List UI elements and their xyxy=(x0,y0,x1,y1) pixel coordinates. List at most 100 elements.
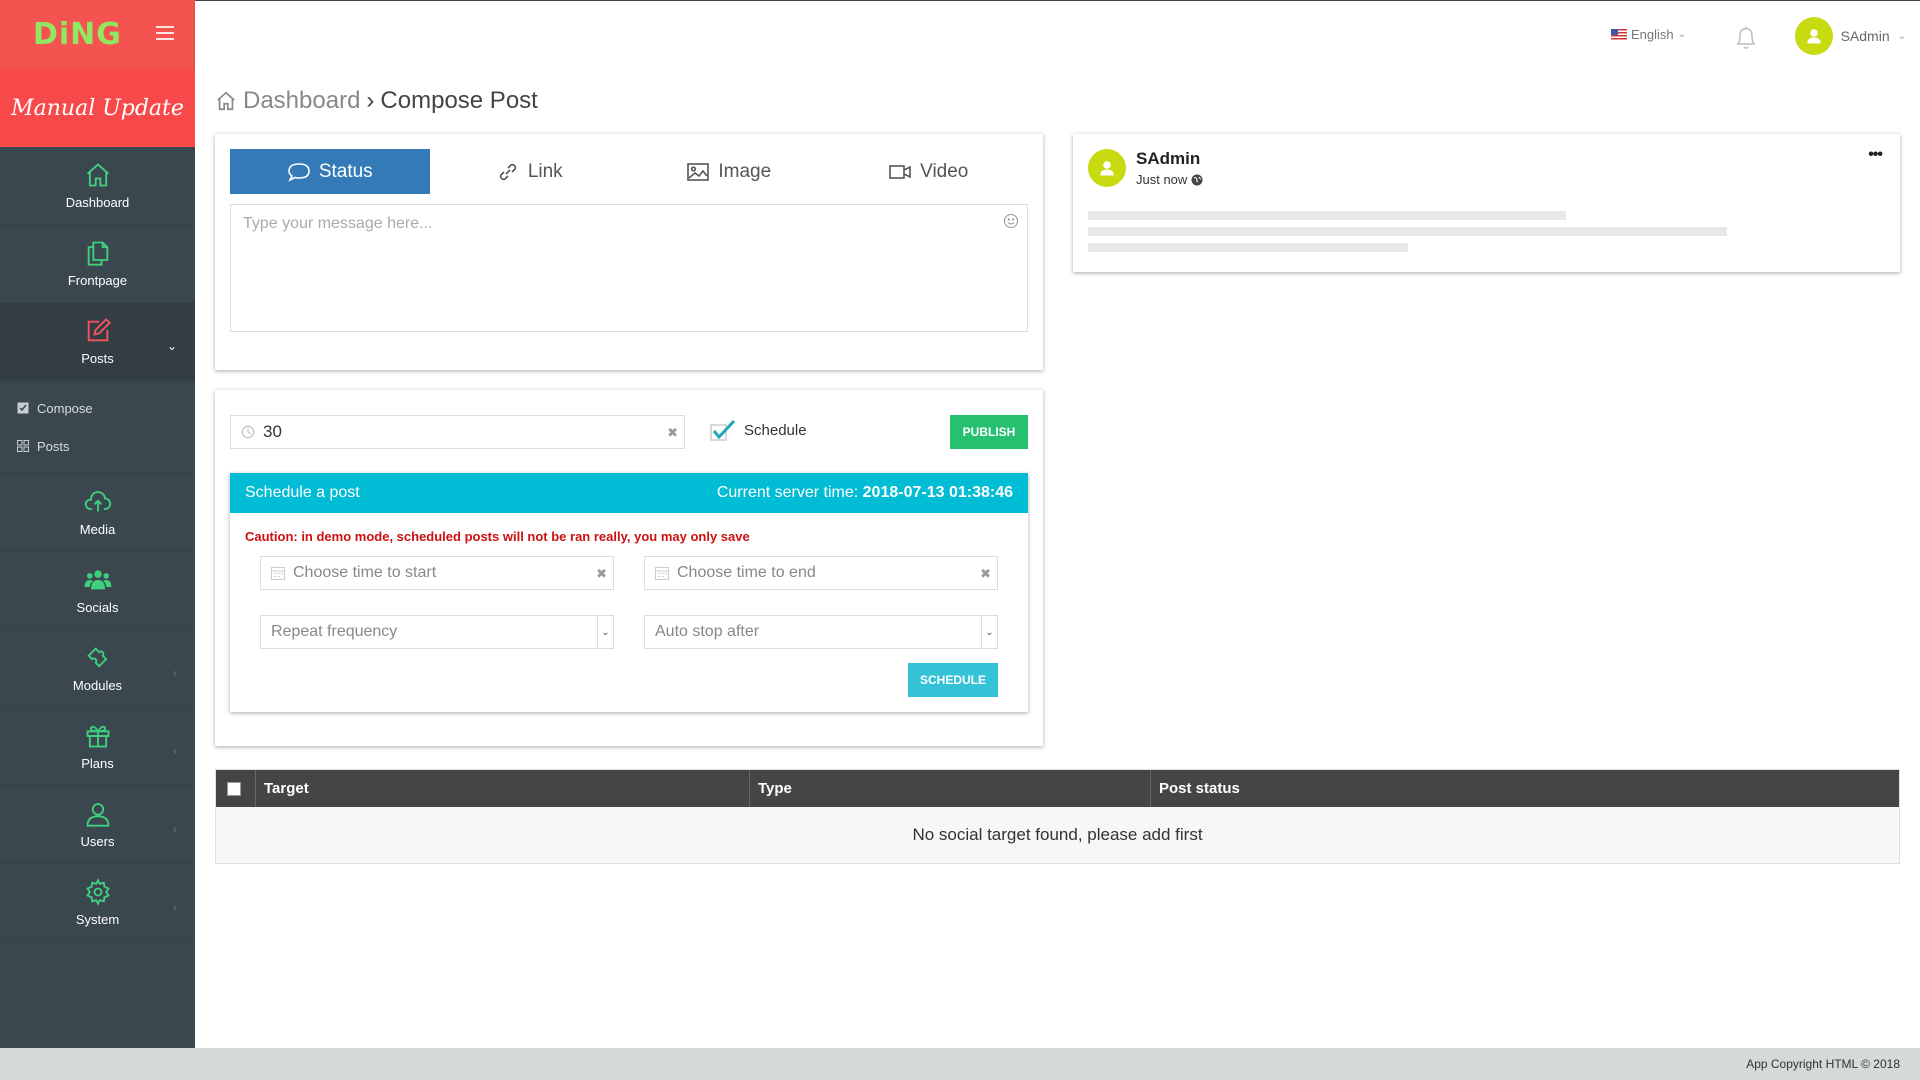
tab-label: Status xyxy=(318,160,373,182)
sidebar-item-system[interactable]: System ‹ xyxy=(0,864,195,942)
sidebar-item-label: Posts xyxy=(81,351,114,366)
topbar: English ⌄ SAdmin ⌄ xyxy=(195,0,1920,69)
chevron-down-icon: ⌄ xyxy=(597,616,613,648)
emoji-icon[interactable] xyxy=(1003,213,1019,229)
cloud-upload-icon xyxy=(84,491,111,512)
skeleton-line xyxy=(1088,211,1566,220)
chevron-down-icon: ⌄ xyxy=(1677,29,1686,40)
puzzle-icon xyxy=(86,647,107,668)
start-time-field[interactable]: Choose time to start ✖ xyxy=(260,556,614,590)
preview-time: Just now xyxy=(1136,172,1203,187)
clear-icon[interactable]: ✖ xyxy=(596,566,607,582)
checkbox-icon xyxy=(17,402,29,414)
sidebar: DiNG Manual Update Dashboard Frontpage P… xyxy=(0,0,195,1048)
clear-icon[interactable]: ✖ xyxy=(667,425,678,441)
tab-video[interactable]: Video xyxy=(829,149,1029,194)
logo-bar: DiNG xyxy=(0,0,195,69)
page-title: Compose Post xyxy=(380,87,538,114)
calendar-icon xyxy=(655,567,669,580)
hamburger-menu-icon[interactable] xyxy=(156,26,174,40)
sidebar-item-label: System xyxy=(75,912,120,927)
message-box xyxy=(230,204,1028,332)
gift-icon xyxy=(86,725,109,748)
breadcrumb: Dashboard › Compose Post xyxy=(215,87,538,115)
gear-icon xyxy=(85,878,110,906)
chevron-left-icon: ‹ xyxy=(173,822,177,836)
home-icon xyxy=(217,91,235,111)
select-all-column xyxy=(216,770,256,807)
posts-subnav: Compose Posts xyxy=(0,381,195,474)
footer: App Copyright HTML © 2018 xyxy=(0,1048,1920,1080)
chevron-right-icon: › xyxy=(366,87,375,114)
brand-subtitle: Manual Update xyxy=(0,69,195,147)
schedule-button[interactable]: SCHEDULE xyxy=(908,663,998,697)
video-camera-icon xyxy=(889,164,911,179)
end-time-field[interactable]: Choose time to end ✖ xyxy=(644,556,998,590)
compose-tabs: Status Link Image Video xyxy=(230,149,1028,194)
message-input[interactable] xyxy=(231,205,1027,331)
tab-image[interactable]: Image xyxy=(629,149,829,194)
schedule-checkbox[interactable]: Schedule xyxy=(710,419,807,441)
empty-table-message: No social target found, please add first xyxy=(216,807,1899,863)
more-options-icon[interactable]: ••• xyxy=(1868,146,1883,164)
speech-bubble-icon xyxy=(288,162,310,182)
chevron-left-icon: ‹ xyxy=(173,900,177,914)
chevron-down-icon: ⌄ xyxy=(981,616,997,648)
clock-icon xyxy=(241,425,255,439)
column-header: Post status xyxy=(1159,780,1240,797)
subnav-label: Compose xyxy=(37,400,93,416)
sidebar-item-users[interactable]: Users ‹ xyxy=(0,786,195,864)
link-icon xyxy=(499,163,516,180)
user-icon xyxy=(1100,161,1114,176)
publish-button[interactable]: PUBLISH xyxy=(950,415,1028,449)
interval-input[interactable] xyxy=(263,422,643,442)
bell-icon[interactable] xyxy=(1734,23,1758,51)
calendar-icon xyxy=(271,567,285,580)
sidebar-item-dashboard[interactable]: Dashboard xyxy=(0,147,195,225)
select-all-checkbox[interactable] xyxy=(227,781,241,796)
schedule-panel-title: Schedule a post xyxy=(245,484,360,501)
sidebar-item-label: Frontpage xyxy=(67,273,128,288)
user-name: SAdmin xyxy=(1840,28,1890,44)
language-selector[interactable]: English ⌄ xyxy=(1610,27,1686,42)
sidebar-item-socials[interactable]: Socials xyxy=(0,552,195,630)
globe-icon xyxy=(1191,174,1203,185)
preview-header: SAdmin Just now xyxy=(1088,149,1203,187)
user-menu[interactable]: SAdmin ⌄ xyxy=(1794,17,1906,55)
user-icon xyxy=(86,803,109,827)
skeleton-line xyxy=(1088,227,1727,236)
clear-icon[interactable]: ✖ xyxy=(980,566,991,582)
tab-status[interactable]: Status xyxy=(230,149,430,194)
post-preview-card: SAdmin Just now ••• xyxy=(1073,134,1900,272)
auto-stop-select[interactable]: Auto stop after ⌄ xyxy=(644,615,998,649)
preview-author: SAdmin xyxy=(1136,149,1201,168)
subnav-item-posts[interactable]: Posts xyxy=(0,427,195,465)
targets-table: Target Type Post status No social target… xyxy=(215,769,1900,864)
repeat-frequency-select[interactable]: Repeat frequency ⌄ xyxy=(260,615,614,649)
server-time-label: Current server time: xyxy=(716,484,859,501)
start-time-placeholder: Choose time to start xyxy=(293,564,437,581)
schedule-panel-header: Schedule a post Current server time: 201… xyxy=(230,473,1028,513)
caution-message: Caution: in demo mode, scheduled posts w… xyxy=(245,529,750,544)
interval-field: ✖ xyxy=(230,415,685,449)
breadcrumb-parent[interactable]: Dashboard xyxy=(243,87,360,115)
sidebar-item-media[interactable]: Media xyxy=(0,474,195,552)
subnav-item-compose[interactable]: Compose xyxy=(0,389,195,427)
tab-link[interactable]: Link xyxy=(430,149,630,194)
sidebar-item-frontpage[interactable]: Frontpage xyxy=(0,225,195,303)
sidebar-item-modules[interactable]: Modules ‹ xyxy=(0,630,195,708)
sidebar-item-posts[interactable]: Posts ⌄ xyxy=(0,303,195,381)
pages-icon xyxy=(87,241,108,266)
sidebar-item-plans[interactable]: Plans ‹ xyxy=(0,708,195,786)
language-label: English xyxy=(1630,27,1674,42)
auto-stop-label: Auto stop after xyxy=(655,623,760,640)
avatar xyxy=(1794,17,1833,55)
column-header: Target xyxy=(256,770,750,807)
chevron-down-icon: ⌄ xyxy=(1897,30,1906,42)
logo[interactable]: DiNG xyxy=(33,17,122,52)
image-icon xyxy=(687,162,710,181)
home-icon xyxy=(86,163,109,187)
repeat-frequency-label: Repeat frequency xyxy=(271,623,398,640)
skeleton-line xyxy=(1088,243,1408,252)
users-group-icon xyxy=(84,570,111,590)
